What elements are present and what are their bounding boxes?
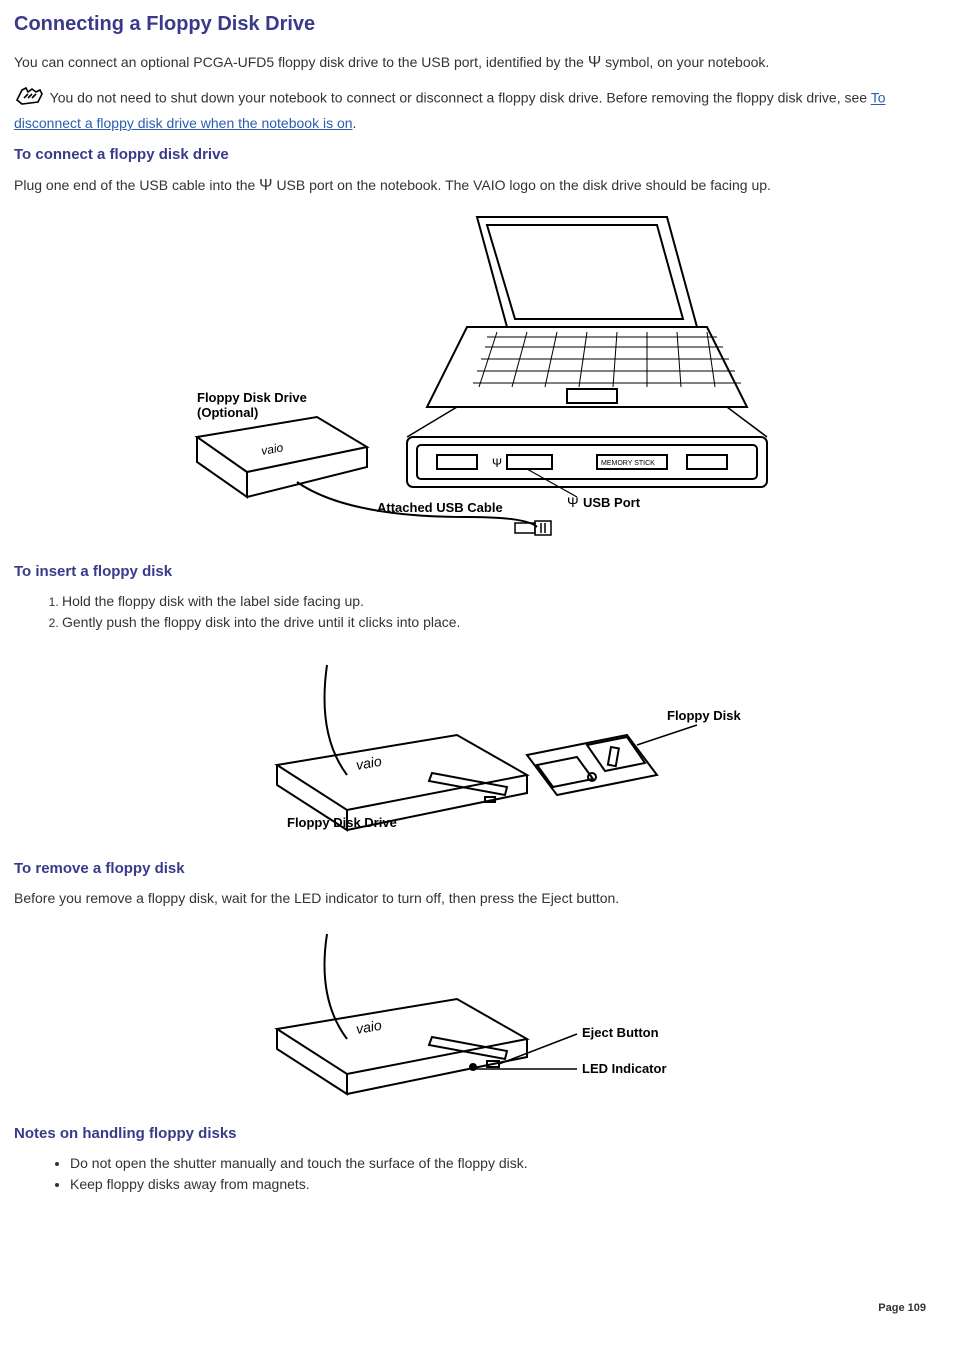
list-item: Hold the floppy disk with the label side… (62, 592, 940, 612)
section-insert-heading: To insert a floppy disk (14, 561, 940, 582)
insert-steps-list: Hold the floppy disk with the label side… (14, 592, 940, 633)
svg-text:vaio: vaio (355, 752, 383, 772)
intro-paragraph: You can connect an optional PCGA-UFD5 fl… (14, 52, 940, 74)
page-title: Connecting a Floppy Disk Drive (14, 10, 940, 38)
section-connect-heading: To connect a floppy disk drive (14, 144, 940, 165)
list-item: Keep floppy disks away from magnets. (70, 1175, 940, 1195)
intro-text-before: You can connect an optional PCGA-UFD5 fl… (14, 54, 588, 70)
fig3-led-label: LED Indicator (582, 1061, 667, 1076)
note-text-before: You do not need to shut down your notebo… (50, 90, 871, 106)
note-text-after: . (353, 115, 357, 131)
fig1-cable-label: Attached USB Cable (377, 500, 503, 515)
section-notes-heading: Notes on handling floppy disks (14, 1123, 940, 1144)
svg-text:Ψ: Ψ (492, 456, 502, 470)
usb-symbol-icon: Ψ (588, 54, 601, 71)
connect-text-after: USB port on the notebook. The VAIO logo … (276, 176, 770, 192)
svg-text:MEMORY STICK: MEMORY STICK (601, 460, 655, 467)
intro-text-after: symbol, on your notebook. (605, 54, 769, 70)
svg-text:vaio: vaio (355, 1017, 383, 1037)
figure-remove-diagram: vaio Eject Button LED Indicator (14, 919, 940, 1105)
note-paragraph: You do not need to shut down your notebo… (14, 84, 940, 133)
usb-symbol-icon: Ψ (259, 177, 272, 194)
svg-text:vaio: vaio (260, 440, 284, 458)
connect-text-before: Plug one end of the USB cable into the (14, 176, 259, 192)
figure-connect-diagram: Ψ MEMORY STICK vaio Floppy Disk Drive (O… (14, 207, 940, 543)
fig1-drive-label-l1: Floppy Disk Drive (197, 390, 307, 405)
section-remove-heading: To remove a floppy disk (14, 858, 940, 879)
figure-insert-diagram: vaio Floppy Disk Floppy Disk Drive (14, 645, 940, 841)
remove-paragraph: Before you remove a floppy disk, wait fo… (14, 889, 940, 909)
connect-paragraph: Plug one end of the USB cable into the Ψ… (14, 175, 940, 197)
page-number: Page 109 (878, 1301, 926, 1316)
fig3-eject-label: Eject Button (582, 1025, 659, 1040)
fig2-disk-label: Floppy Disk (667, 708, 741, 723)
fig2-drive-label: Floppy Disk Drive (287, 815, 397, 830)
list-item: Gently push the floppy disk into the dri… (62, 613, 940, 633)
fig1-port-label: USB Port (583, 495, 641, 510)
fig1-drive-label-l2: (Optional) (197, 405, 258, 420)
list-item: Do not open the shutter manually and tou… (70, 1154, 940, 1174)
note-hand-icon (14, 84, 46, 114)
notes-list: Do not open the shutter manually and tou… (14, 1154, 940, 1195)
